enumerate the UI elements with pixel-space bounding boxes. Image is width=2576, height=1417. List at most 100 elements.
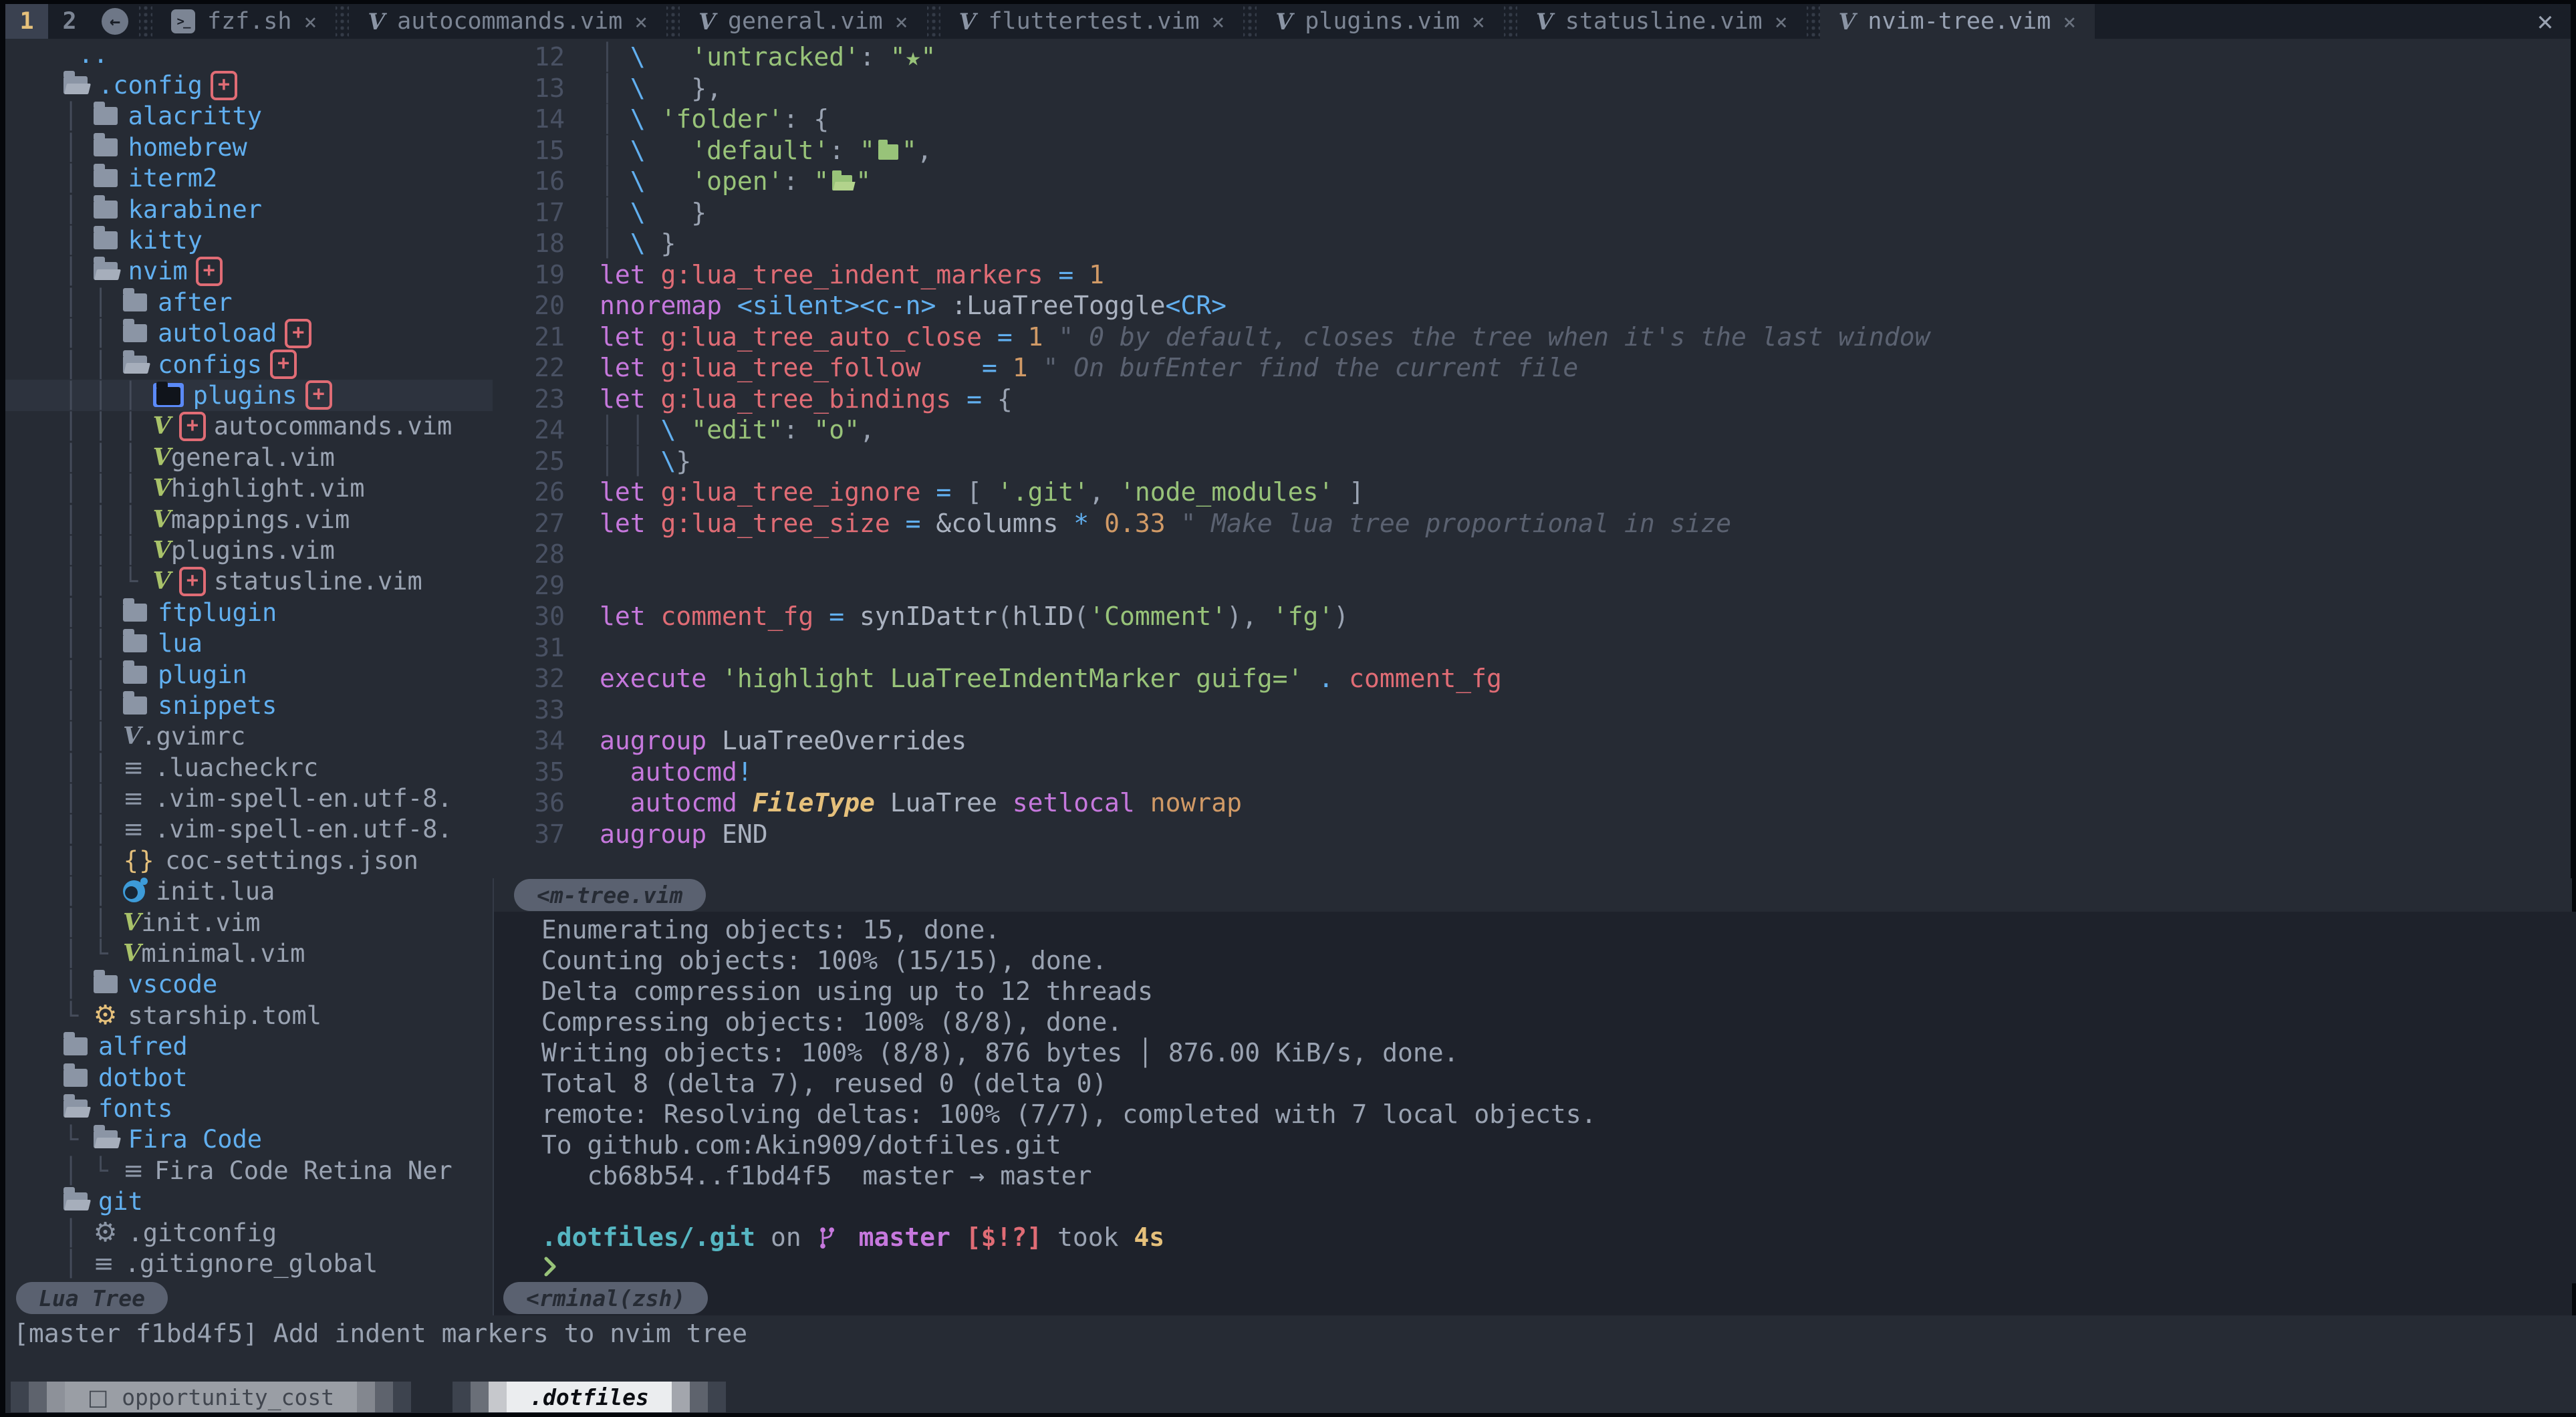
code-token: " [902,136,917,165]
tree-item-highlight.vim[interactable]: │ │ │ Vhighlight.vim [5,473,493,503]
code-token: : [860,42,890,72]
tree-item-coc-settings.json[interactable]: │ │ {}coc-settings.json [5,845,493,876]
code-token: .dotfiles/.git [526,1222,755,1252]
tree-item-alacritty[interactable]: │ alacritty [5,101,493,132]
tree-item-.vim-spell-en.utf-8.[interactable]: │ │ ≡.vim-spell-en.utf-8. [5,783,493,813]
json-file-icon: {} [123,846,154,875]
tree-item-autocommands.vim[interactable]: │ │ │ V+autocommands.vim [5,411,493,442]
tree-item-fonts[interactable]: fonts [5,1093,493,1124]
tree-item-init.vim[interactable]: │ │ Vinit.vim [5,907,493,938]
tree-item-mappings.vim[interactable]: │ │ │ Vmappings.vim [5,504,493,535]
tree-item-homebrew[interactable]: │ homebrew [5,132,493,162]
tree-item-.vim-spell-en.utf-8.[interactable]: │ │ ≡.vim-spell-en.utf-8. [5,814,493,845]
code-token [1028,353,1043,382]
tab-plugins.vim[interactable]: Vplugins.vim× [1257,4,1503,39]
tab-close-icon[interactable]: × [1212,9,1225,35]
code-token: 'fg' [1273,602,1334,631]
tree-item-iterm2[interactable]: │ iterm2 [5,163,493,194]
lua-file-icon [123,880,145,902]
tree-item-label: .. [78,40,108,69]
tree-item-vscode[interactable]: │ vscode [5,969,493,1000]
tab-general.vim[interactable]: Vgeneral.vim× [680,4,926,39]
vim-file-icon: V [153,475,171,502]
tab-separator [927,4,940,39]
file-tree[interactable]: ...config+│ alacritty│ homebrew│ iterm2│… [5,39,493,1281]
code-token: ] [1333,477,1364,507]
tree-item-karabiner[interactable]: │ karabiner [5,194,493,225]
tree-item-.gvimrc[interactable]: │ │ V.gvimrc [5,721,493,752]
tmux-window-opportunity_cost[interactable]: □opportunity_cost [11,1382,411,1412]
line-number: 30 [493,601,600,632]
tree-item-Fira-Code-Retina-Ner[interactable]: │ └ ≡Fira Code Retina Ner [5,1155,493,1186]
tab-fluttertest.vim[interactable]: Vfluttertest.vim× [940,4,1244,39]
tab-close-icon[interactable]: × [634,9,648,35]
tree-item-Fira-Code[interactable]: └ Fira Code [5,1124,493,1155]
tree-item-git[interactable]: git [5,1186,493,1216]
tree-item-lua[interactable]: │ │ lua [5,628,493,658]
code-token: = [906,509,921,538]
tab-separator [666,4,680,39]
folder-icon [94,201,118,219]
editor-line: 18│ \ } [493,228,2571,259]
tree-item-minimal.vim[interactable]: │ └ Vminimal.vim [5,938,493,969]
tree-item-dotbot[interactable]: dotbot [5,1062,493,1093]
code-token: [$!?] [966,1222,1042,1252]
tree-item-.config[interactable]: .config+ [5,70,493,100]
tmux-window-dotfiles[interactable]: .dotfiles [453,1382,726,1412]
tree-item-kitty[interactable]: │ kitty [5,225,493,255]
folder-icon [94,107,118,125]
code-token [920,509,936,538]
tree-item-starship.toml[interactable]: └ ⚙starship.toml [5,1000,493,1031]
tree-item-.gitconfig[interactable]: │ ⚙.gitconfig [5,1217,493,1248]
tree-guides: │ [63,102,94,130]
tree-item-snippets[interactable]: │ │ snippets [5,690,493,721]
folder-icon [94,138,118,156]
tree-item-plugins.vim[interactable]: │ │ │ Vplugins.vim [5,535,493,565]
terminal-pane[interactable]: Enumerating objects: 15, done. Counting … [493,912,2576,1283]
tabpage-number-2[interactable]: 2 [48,4,91,39]
editor-buffer-nvim-tree-vim[interactable]: 12│ \ 'untracked': "★"13│ \ },14│ \ 'fol… [493,39,2571,881]
tab-close-icon[interactable]: × [1472,9,1485,35]
tree-item-statusline.vim[interactable]: │ │ └ V+statusline.vim [5,566,493,597]
vim-file-icon: V [1275,9,1293,35]
tab-close-icon[interactable]: × [1775,9,1788,35]
tree-item-plugin[interactable]: │ │ plugin [5,659,493,690]
folder-glyph-icon [878,144,898,160]
tree-item-nvim[interactable]: │ nvim+ [5,256,493,287]
code-token: │ [600,104,630,134]
tabpage-number-1[interactable]: 1 [5,4,48,39]
tab-autocommands.vim[interactable]: Vautocommands.vim× [349,4,666,39]
tree-guides: │ │ [63,288,123,317]
tree-item-label: dotbot [98,1063,188,1092]
tab-close-icon[interactable]: × [303,9,317,35]
code-token: let [600,353,646,382]
tab-nvim-tree.vim[interactable]: Vnvim-tree.vim× [1820,4,2095,39]
tree-item-init.lua[interactable]: │ │ init.lua [5,876,493,907]
tree-item-after[interactable]: │ │ after [5,287,493,317]
tab-fzf.sh[interactable]: >_fzf.sh× [152,4,336,39]
tab-close-icon[interactable]: × [895,9,908,35]
code-token [646,509,661,538]
tree-item-.luacheckrc[interactable]: │ │ ≡.luacheckrc [5,752,493,783]
tree-item-autoload[interactable]: │ │ autoload+ [5,318,493,349]
editor-line: 12│ \ 'untracked': "★" [493,41,2571,73]
tree-item-ftplugin[interactable]: │ │ ftplugin [5,597,493,628]
tree-item-alfred[interactable]: alfred [5,1031,493,1062]
tree-item-general.vim[interactable]: │ │ │ Vgeneral.vim [5,442,493,473]
tree-item-configs[interactable]: │ │ configs+ [5,349,493,380]
code-token: Compressing objects: 100% (8/8), done. [526,1007,1122,1037]
editor-line-code: │ \ 'default': "", [600,135,932,166]
tab-statusline.vim[interactable]: Vstatusline.vim× [1517,4,1807,39]
tree-item-label: Fira Code Retina Ner [154,1156,453,1185]
tree-item-..[interactable]: .. [5,39,493,70]
code-token [1135,788,1150,817]
tab-close-icon[interactable]: × [2063,9,2076,35]
code-token: \ [630,74,646,103]
close-all-icon[interactable]: ✕ [2520,6,2571,37]
code-token [1333,664,1349,693]
code-token: nnoremap [600,291,722,320]
back-icon[interactable]: ← [102,8,128,35]
tree-item-.gitignore_global[interactable]: │ ≡.gitignore_global [5,1248,493,1279]
tree-guides: │ │ [63,784,123,813]
tree-item-plugins[interactable]: │ │ │ plugins+ [5,380,493,410]
